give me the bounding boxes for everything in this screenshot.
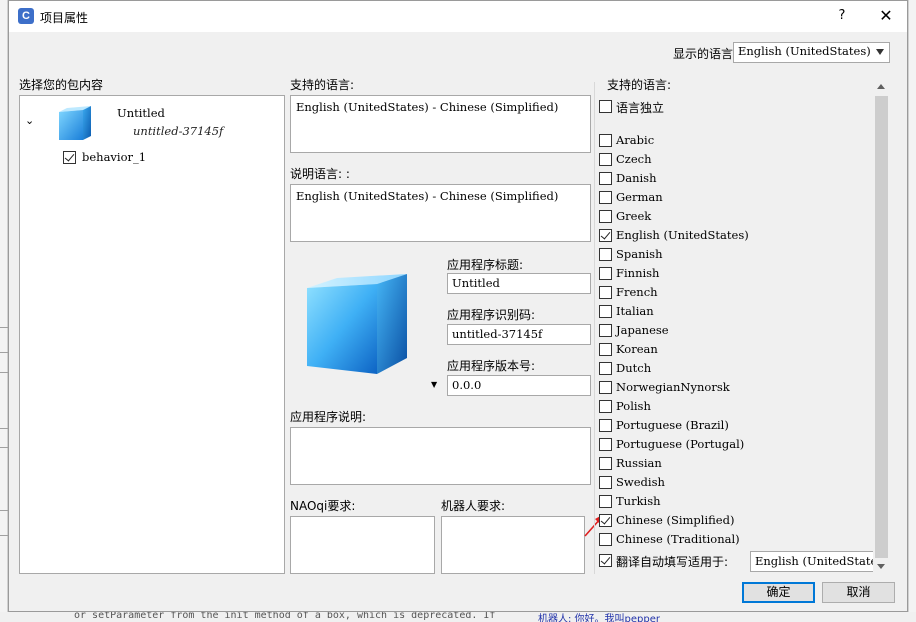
app-description-label: 应用程序说明: — [290, 410, 367, 424]
auto-translate-label: 翻译自动填写适用于: — [616, 555, 729, 569]
language-checkbox[interactable] — [599, 229, 612, 242]
language-label: French — [616, 285, 658, 299]
auto-translate-select[interactable]: English (UnitedStates) — [750, 551, 877, 572]
language-independent-checkbox[interactable] — [599, 100, 612, 113]
language-checkbox[interactable] — [599, 134, 612, 147]
display-language-label: 显示的语言 — [673, 47, 734, 61]
display-language-select[interactable]: English (UnitedStates) — [733, 42, 890, 63]
language-checkbox[interactable] — [599, 286, 612, 299]
title-bar[interactable]: C 项目属性 ? ✕ — [9, 1, 907, 32]
package-contents-tree: ⌄ Untitled untitled-37145f behavior_1 — [19, 95, 285, 574]
language-checkbox[interactable] — [599, 191, 612, 204]
background-dialog-text: 机器人: 你好。我叫pepper — [538, 614, 661, 622]
ok-button[interactable]: 确定 — [742, 582, 815, 603]
language-checkbox[interactable] — [599, 419, 612, 432]
language-label: Italian — [616, 304, 654, 318]
supported-languages-label: 支持的语言: — [290, 78, 355, 92]
background-window-bottom: or setParameter from the init method of … — [0, 612, 916, 622]
project-name: Untitled — [117, 106, 165, 120]
language-label: Turkish — [616, 494, 661, 508]
background-window-right-edge — [908, 0, 916, 622]
language-label: NorwegianNynorsk — [616, 380, 730, 394]
language-label: Czech — [616, 152, 652, 166]
description-language-value: English (UnitedStates) - Chinese (Simpli… — [296, 189, 559, 203]
language-checkbox[interactable] — [599, 343, 612, 356]
description-language-label: 说明语言: : — [290, 167, 350, 181]
language-checkbox[interactable] — [599, 457, 612, 470]
app-id-label: 应用程序识别码: — [447, 308, 536, 322]
cancel-button[interactable]: 取消 — [822, 582, 895, 603]
language-checkbox[interactable] — [599, 248, 612, 261]
language-label: Dutch — [616, 361, 652, 375]
language-checkbox[interactable] — [599, 438, 612, 451]
scroll-down-arrow-icon[interactable] — [877, 564, 885, 569]
help-button[interactable]: ? — [827, 5, 857, 27]
language-checkbox[interactable] — [599, 514, 612, 527]
behavior-label: behavior_1 — [82, 150, 147, 164]
language-checkbox[interactable] — [599, 324, 612, 337]
supported-languages-field[interactable]: English (UnitedStates) - Chinese (Simpli… — [290, 95, 591, 153]
language-checkbox[interactable] — [599, 533, 612, 546]
language-label: Finnish — [616, 266, 660, 280]
package-contents-heading: 选择您的包内容 — [19, 78, 104, 92]
app-description-field[interactable] — [290, 427, 591, 485]
robot-requirements-label: 机器人要求: — [441, 499, 506, 513]
language-label: Greek — [616, 209, 652, 223]
language-label: Chinese (Traditional) — [616, 532, 740, 546]
language-checkbox[interactable] — [599, 381, 612, 394]
language-checkbox[interactable] — [599, 400, 612, 413]
language-label: Japanese — [616, 323, 669, 337]
background-code-text: or setParameter from the init method of … — [74, 612, 496, 621]
project-cube-icon — [59, 106, 91, 140]
languages-scrollbar[interactable] — [873, 80, 890, 574]
naoqi-requirements-label: NAOqi要求: — [290, 499, 356, 513]
language-label: Portuguese (Portugal) — [616, 437, 745, 451]
application-icon-image[interactable] — [299, 270, 409, 380]
icon-menu-arrow[interactable]: ▼ — [431, 380, 437, 389]
language-label: Swedish — [616, 475, 665, 489]
language-label: Danish — [616, 171, 657, 185]
language-label: English (UnitedStates) — [616, 228, 749, 242]
project-id: untitled-37145f — [133, 124, 224, 138]
close-button[interactable]: ✕ — [871, 5, 901, 27]
description-language-field[interactable]: English (UnitedStates) - Chinese (Simpli… — [290, 184, 591, 242]
chevron-down-icon[interactable]: ⌄ — [25, 114, 34, 127]
language-checkbox[interactable] — [599, 362, 612, 375]
auto-translate-checkbox[interactable] — [599, 554, 612, 567]
scroll-up-arrow-icon[interactable] — [877, 84, 885, 89]
robot-requirements-field[interactable] — [441, 516, 585, 574]
language-label: Polish — [616, 399, 651, 413]
language-checkbox[interactable] — [599, 267, 612, 280]
behavior-checkbox[interactable] — [63, 151, 76, 164]
app-title-input[interactable]: Untitled — [447, 273, 591, 294]
language-checkbox[interactable] — [599, 210, 612, 223]
app-version-input[interactable]: 0.0.0 — [447, 375, 591, 396]
app-title-label: 应用程序标题: — [447, 258, 524, 272]
app-icon: C — [18, 8, 34, 24]
language-label: Portuguese (Brazil) — [616, 418, 729, 432]
naoqi-requirements-field[interactable] — [290, 516, 435, 574]
window-title: 项目属性 — [40, 11, 89, 25]
scroll-thumb[interactable] — [875, 96, 888, 558]
language-label: Arabic — [616, 133, 655, 147]
display-language-value: English (UnitedStates) — [738, 44, 871, 58]
app-id-input[interactable]: untitled-37145f — [447, 324, 591, 345]
chevron-down-icon — [876, 49, 884, 55]
language-label: Spanish — [616, 247, 663, 261]
language-label: German — [616, 190, 663, 204]
language-label: Korean — [616, 342, 658, 356]
language-checkbox[interactable] — [599, 305, 612, 318]
language-checkbox[interactable] — [599, 495, 612, 508]
language-independent-label: 语言独立 — [616, 101, 665, 115]
app-version-label: 应用程序版本号: — [447, 359, 536, 373]
language-label: Russian — [616, 456, 662, 470]
language-checkbox[interactable] — [599, 153, 612, 166]
language-checkbox[interactable] — [599, 172, 612, 185]
supported-languages-value: English (UnitedStates) - Chinese (Simpli… — [296, 100, 559, 114]
background-window-left-edge — [0, 0, 8, 622]
language-label: Chinese (Simplified) — [616, 513, 735, 527]
language-checkbox[interactable] — [599, 476, 612, 489]
